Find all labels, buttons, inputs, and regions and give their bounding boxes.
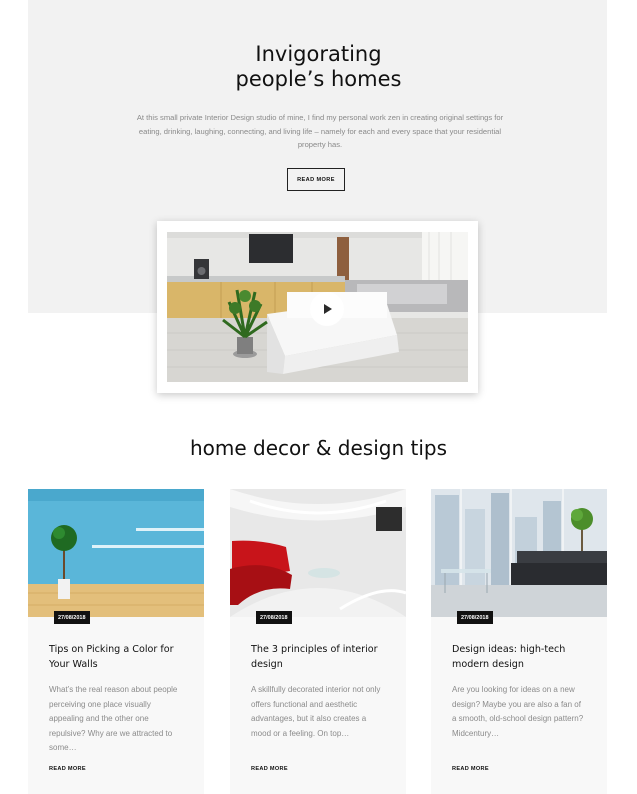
blog-card: 27/08/2018 Tips on Picking a Color for Y… bbox=[28, 489, 204, 794]
blog-card-excerpt: A skillfully decorated interior not only… bbox=[251, 685, 381, 738]
blog-card-image[interactable] bbox=[230, 489, 406, 617]
hero-title-line-1: Invigorating bbox=[255, 42, 382, 66]
blog-card-title[interactable]: Tips on Picking a Color for Your Walls bbox=[49, 642, 189, 672]
video-thumbnail[interactable] bbox=[167, 232, 468, 382]
blog-card-title[interactable]: The 3 principles of interior design bbox=[251, 642, 391, 672]
video-card bbox=[157, 221, 478, 393]
date-badge: 27/08/2018 bbox=[54, 611, 90, 624]
play-icon bbox=[324, 304, 332, 314]
blog-card: 27/08/2018 Design ideas: high-tech moder… bbox=[431, 489, 607, 794]
hero-read-more-button[interactable]: READ MORE bbox=[287, 168, 345, 191]
blog-card-excerpt: Are you looking for ideas on a new desig… bbox=[452, 685, 584, 738]
play-button[interactable] bbox=[310, 292, 344, 326]
hero-description: At this small private Interior Design st… bbox=[136, 113, 504, 149]
read-more-link[interactable]: READ MORE bbox=[452, 766, 489, 772]
blog-card-image[interactable] bbox=[28, 489, 204, 617]
blog-card-title[interactable]: Design ideas: high-tech modern design bbox=[452, 642, 592, 672]
date-badge: 27/08/2018 bbox=[457, 611, 493, 624]
read-more-link[interactable]: READ MORE bbox=[49, 766, 86, 772]
tips-section-title: home decor & design tips bbox=[189, 436, 448, 460]
hero-title: Invigorating people’s homes bbox=[0, 42, 637, 92]
blog-card-excerpt: What’s the real reason about people perc… bbox=[49, 685, 178, 752]
blog-card-image[interactable] bbox=[431, 489, 607, 617]
blog-card: 27/08/2018 The 3 principles of interior … bbox=[230, 489, 406, 794]
read-more-link[interactable]: READ MORE bbox=[251, 766, 288, 772]
hero-title-line-2: people’s homes bbox=[235, 67, 402, 91]
date-badge: 27/08/2018 bbox=[256, 611, 292, 624]
